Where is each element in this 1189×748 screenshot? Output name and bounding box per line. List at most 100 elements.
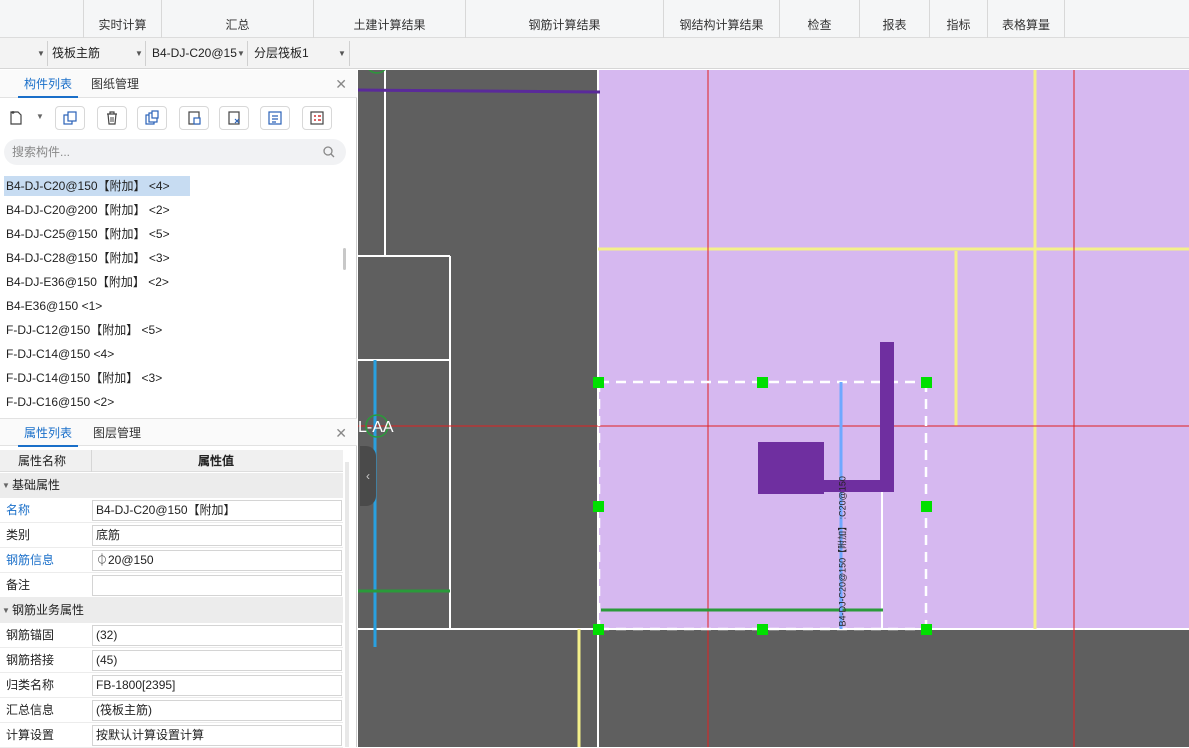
property-panel-tabs: 属性列表 图层管理 ✕ bbox=[0, 418, 357, 447]
property-name: 汇总信息 bbox=[6, 703, 55, 717]
new-component-button[interactable] bbox=[4, 106, 28, 130]
property-name: 计算设置 bbox=[6, 728, 55, 742]
duplicate-button[interactable] bbox=[137, 106, 167, 130]
purple-block bbox=[758, 442, 824, 494]
chevron-down-icon: ▼ bbox=[237, 41, 245, 66]
component-panel-tabs: 构件列表 图纸管理 ✕ bbox=[0, 70, 357, 98]
component-selector-value: B4-DJ-C20@15 bbox=[152, 46, 237, 60]
tab-realtime-calc[interactable]: 实时计算 bbox=[83, 0, 161, 38]
list-item[interactable]: B4-DJ-C25@150【附加】 <5> bbox=[4, 224, 170, 244]
tab-table-quantity[interactable]: 表格算量 bbox=[987, 0, 1065, 38]
purple-bar-vertical bbox=[880, 342, 894, 492]
slab-type-selector[interactable]: 筏板主筋 ▼ bbox=[48, 41, 146, 66]
property-name: 归类名称 bbox=[6, 678, 55, 692]
collapse-panel-button[interactable]: ‹ bbox=[360, 446, 376, 506]
property-value-field[interactable]: FB-1800[2395] bbox=[92, 675, 342, 696]
list-item[interactable]: F-DJ-C14@150【附加】 <3> bbox=[4, 368, 162, 388]
list-item[interactable]: B4-E36@150 <1> bbox=[4, 296, 102, 316]
delete-button[interactable] bbox=[97, 106, 127, 130]
layer-copy-icon bbox=[188, 111, 201, 125]
property-value-field[interactable]: 按默认计算设置计算 bbox=[92, 725, 342, 746]
duplicate-icon bbox=[145, 110, 159, 125]
property-value-field[interactable] bbox=[92, 575, 342, 596]
floor-selector[interactable]: ▼ bbox=[0, 41, 48, 66]
new-icon bbox=[10, 111, 22, 125]
property-value-field[interactable]: ⏀20@150 bbox=[92, 550, 342, 571]
tab-civil-results[interactable]: 土建计算结果 bbox=[313, 0, 465, 38]
list-item[interactable]: B4-DJ-E36@150【附加】 <2> bbox=[4, 272, 169, 292]
left-panel: 构件列表 图纸管理 ✕ ▼ B4-DJ-C20@150【附加】 <4> B4-DJ… bbox=[0, 70, 357, 748]
property-row: 归类名称 FB-1800[2395] bbox=[0, 673, 343, 698]
tab-indicator[interactable]: 指标 bbox=[929, 0, 987, 38]
layer-selector-value: 分层筏板1 bbox=[254, 46, 309, 60]
group-label: 钢筋业务属性 bbox=[12, 603, 85, 617]
drawing-svg[interactable] bbox=[358, 70, 1189, 747]
search-input[interactable] bbox=[4, 139, 346, 165]
list-item[interactable]: B4-DJ-C20@150【附加】 <4> bbox=[4, 176, 190, 196]
selector-bar: ▼ 筏板主筋 ▼ B4-DJ-C20@15 ▼ 分层筏板1 ▼ bbox=[0, 38, 1189, 69]
tab-check[interactable]: 检查 bbox=[779, 0, 859, 38]
close-icon[interactable]: ✕ bbox=[335, 425, 347, 442]
table-icon bbox=[310, 111, 324, 125]
tab-rebar-results[interactable]: 钢筋计算结果 bbox=[465, 0, 663, 38]
property-value-field[interactable]: B4-DJ-C20@150【附加】 bbox=[92, 500, 342, 521]
layer-copy-button[interactable] bbox=[179, 106, 209, 130]
ribbon-tab-strip: 实时计算 汇总 土建计算结果 钢筋计算结果 钢结构计算结果 检查 报表 指标 表… bbox=[0, 0, 1189, 38]
purple-rebar-top bbox=[358, 88, 601, 94]
tab-summary[interactable]: 汇总 bbox=[161, 0, 313, 38]
list-item[interactable]: F-DJ-C16@150 <2> bbox=[4, 392, 114, 412]
chevron-down-icon: ▼ bbox=[37, 49, 45, 58]
property-row: 钢筋信息 ⏀20@150 bbox=[0, 548, 343, 573]
tab-property-list[interactable]: 属性列表 bbox=[18, 419, 78, 447]
chevron-down-icon: ▼ bbox=[135, 49, 143, 58]
layer-selector[interactable]: 分层筏板1 ▼ bbox=[250, 41, 350, 66]
table-button[interactable] bbox=[302, 106, 332, 130]
purple-bar-horizontal bbox=[824, 480, 894, 492]
copy-icon bbox=[63, 111, 77, 125]
tab-report[interactable]: 报表 bbox=[859, 0, 929, 38]
property-name: 名称 bbox=[6, 503, 31, 517]
collapse-icon: ▼ bbox=[2, 606, 10, 615]
copy-button[interactable] bbox=[55, 106, 85, 130]
col-property-value: 属性值 bbox=[198, 454, 235, 468]
tab-steel-results[interactable]: 钢结构计算结果 bbox=[663, 0, 779, 38]
list-item[interactable]: F-DJ-C14@150 <4> bbox=[4, 344, 114, 364]
property-row: 钢筋搭接 (45) bbox=[0, 648, 343, 673]
property-row: 名称 B4-DJ-C20@150【附加】 bbox=[0, 498, 343, 523]
group-basic-properties[interactable]: ▼ 基础属性 bbox=[0, 473, 343, 498]
property-value-field[interactable]: (32) bbox=[92, 625, 342, 646]
list-button[interactable] bbox=[260, 106, 290, 130]
collapse-icon: ▼ bbox=[2, 481, 10, 490]
floor-copy-button[interactable] bbox=[219, 106, 249, 130]
axis-label: L-AA bbox=[358, 419, 394, 436]
property-value-field[interactable]: 底筋 bbox=[92, 525, 342, 546]
delete-icon bbox=[107, 111, 117, 125]
tab-drawing-management[interactable]: 图纸管理 bbox=[84, 70, 146, 98]
tab-layer-management[interactable]: 图层管理 bbox=[86, 419, 148, 447]
property-value-field[interactable]: (筏板主筋) bbox=[92, 700, 342, 721]
property-name: 类别 bbox=[6, 528, 31, 542]
chevron-down-icon[interactable]: ▼ bbox=[36, 112, 44, 121]
list-item[interactable]: B4-DJ-C28@150【附加】 <3> bbox=[4, 248, 170, 268]
search-icon[interactable] bbox=[322, 145, 336, 159]
property-row: 汇总信息 (筏板主筋) bbox=[0, 698, 343, 723]
list-scrollbar[interactable] bbox=[343, 248, 346, 270]
list-icon bbox=[268, 111, 282, 125]
list-item[interactable]: F-DJ-C12@150【附加】 <5> bbox=[4, 320, 162, 340]
property-scrollbar[interactable] bbox=[345, 462, 349, 747]
property-row: 钢筋锚固 (32) bbox=[0, 623, 343, 648]
tab-component-list[interactable]: 构件列表 bbox=[18, 70, 78, 98]
group-rebar-business-properties[interactable]: ▼ 钢筋业务属性 bbox=[0, 598, 343, 623]
property-table-header: 属性名称 属性值 bbox=[0, 450, 343, 472]
list-item[interactable]: B4-DJ-C20@200【附加】 <2> bbox=[4, 200, 170, 220]
rebar-annotation: B4-DJ-C20@150【附加】 :C20@150 bbox=[837, 476, 848, 627]
property-name: 钢筋搭接 bbox=[6, 653, 55, 667]
property-row: 备注 bbox=[0, 573, 343, 598]
floor-copy-icon bbox=[228, 111, 240, 125]
property-name: 钢筋锚固 bbox=[6, 628, 55, 642]
property-row: 类别 底筋 bbox=[0, 523, 343, 548]
property-value-field[interactable]: (45) bbox=[92, 650, 342, 671]
close-icon[interactable]: ✕ bbox=[335, 76, 347, 93]
component-selector[interactable]: B4-DJ-C20@15 ▼ bbox=[148, 41, 248, 66]
drawing-canvas[interactable]: L-AA B4-DJ-C20@150【附加】 :C20@150 ‹ bbox=[358, 70, 1189, 747]
